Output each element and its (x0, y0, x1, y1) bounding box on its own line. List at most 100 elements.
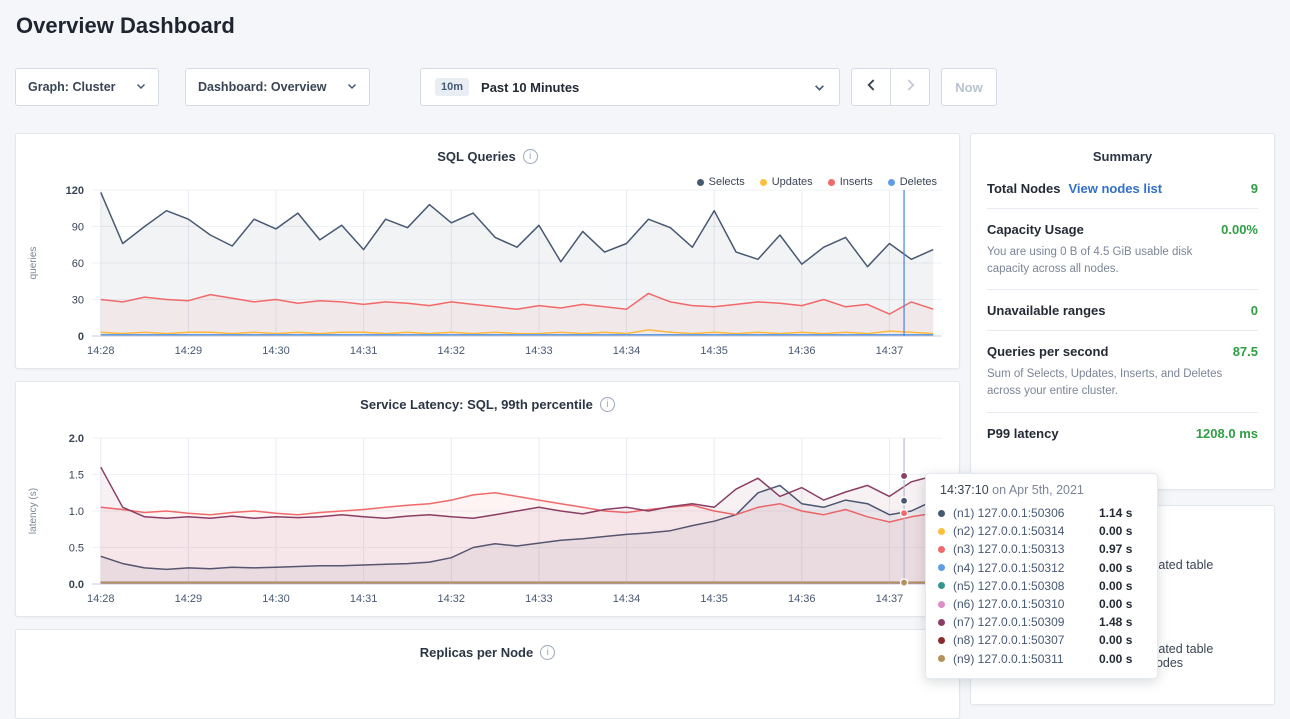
legend-item-deletes[interactable]: Deletes (888, 176, 937, 188)
legend-item-selects[interactable]: Selects (697, 176, 745, 188)
latency-value: 0.00 s (1099, 579, 1132, 593)
svg-text:14:36: 14:36 (788, 345, 816, 357)
legend-item-updates[interactable]: Updates (760, 176, 813, 188)
node-link[interactable]: (n3) 127.0.0.1:50313 (953, 542, 1099, 556)
capacity-usage-value: 0.00% (1221, 222, 1258, 237)
latency-value: 0.97 s (1099, 542, 1132, 556)
latency-value: 0.00 s (1099, 524, 1132, 538)
tooltip-row: (n2) 127.0.0.1:503140.00 s (938, 522, 1145, 540)
tooltip-row: (n1) 127.0.0.1:503061.14 s (938, 504, 1145, 522)
svg-text:1.5: 1.5 (69, 470, 84, 482)
series-dot (938, 528, 945, 535)
svg-text:14:36: 14:36 (788, 593, 816, 605)
qps-caption: Sum of Selects, Updates, Inserts, and De… (987, 366, 1227, 399)
latency-value: 0.00 s (1099, 652, 1132, 666)
svg-text:14:35: 14:35 (700, 345, 728, 357)
svg-text:14:37: 14:37 (876, 345, 904, 357)
node-link[interactable]: (n4) 127.0.0.1:50312 (953, 561, 1099, 575)
service-latency-panel: Service Latency: SQL, 99th percentile 14… (15, 381, 960, 617)
legend-item-inserts[interactable]: Inserts (828, 176, 873, 188)
node-link[interactable]: (n2) 127.0.0.1:50314 (953, 524, 1099, 538)
now-button-label: Now (955, 80, 982, 95)
time-range-selector[interactable]: 10m Past 10 Minutes (420, 68, 840, 106)
svg-text:latency (s): latency (s) (28, 488, 39, 534)
replicas-per-node-title: Replicas per Node (420, 645, 533, 660)
capacity-usage-label: Capacity Usage (987, 222, 1084, 237)
time-next-button[interactable] (890, 68, 930, 106)
svg-text:30: 30 (72, 295, 84, 307)
svg-text:0.5: 0.5 (69, 543, 84, 555)
tooltip-row: (n7) 127.0.0.1:503091.48 s (938, 613, 1145, 631)
chart-hover-tooltip: 14:37:10 on Apr 5th, 2021 (n1) 127.0.0.1… (925, 473, 1158, 679)
info-icon[interactable] (540, 645, 555, 660)
chevron-down-icon (814, 82, 825, 93)
tooltip-row: (n6) 127.0.0.1:503100.00 s (938, 595, 1145, 613)
svg-text:14:35: 14:35 (700, 593, 728, 605)
node-link[interactable]: (n7) 127.0.0.1:50309 (953, 615, 1099, 629)
latency-value: 0.00 s (1099, 561, 1132, 575)
node-link[interactable]: (n8) 127.0.0.1:50307 (953, 633, 1099, 647)
graph-dropdown[interactable]: Graph: Cluster (15, 68, 159, 106)
node-link[interactable]: (n5) 127.0.0.1:50308 (953, 579, 1099, 593)
svg-text:14:34: 14:34 (613, 345, 641, 357)
legend-label: Selects (709, 176, 745, 188)
svg-text:1.0: 1.0 (69, 506, 84, 518)
unavailable-ranges-value: 0 (1251, 303, 1258, 318)
unavailable-ranges-label: Unavailable ranges (987, 303, 1106, 318)
node-link[interactable]: (n6) 127.0.0.1:50310 (953, 597, 1099, 611)
svg-text:14:28: 14:28 (87, 345, 115, 357)
series-dot (938, 546, 945, 553)
svg-text:0.0: 0.0 (69, 579, 84, 591)
svg-text:14:33: 14:33 (525, 345, 553, 357)
svg-text:14:31: 14:31 (350, 345, 378, 357)
legend-dot (697, 179, 704, 186)
svg-text:14:31: 14:31 (350, 593, 378, 605)
time-nav-group (851, 68, 930, 106)
series-dot (938, 655, 945, 662)
svg-text:14:33: 14:33 (525, 593, 553, 605)
time-prev-button[interactable] (851, 68, 891, 106)
series-dot (938, 582, 945, 589)
series-dot (938, 637, 945, 644)
svg-text:14:32: 14:32 (438, 593, 466, 605)
now-button[interactable]: Now (941, 68, 997, 106)
view-nodes-list-link[interactable]: View nodes list (1068, 181, 1162, 196)
qps-label: Queries per second (987, 344, 1108, 359)
svg-text:14:32: 14:32 (438, 345, 466, 357)
node-link[interactable]: (n1) 127.0.0.1:50306 (953, 506, 1099, 520)
replicas-per-node-panel: Replicas per Node (15, 629, 960, 719)
sql-queries-panel: SQL Queries Selects Updates Inserts Deletes… (15, 133, 960, 369)
svg-text:60: 60 (72, 258, 84, 270)
sql-queries-chart[interactable]: 14:28 14:29 14:30 14:31 14:32 14:33 14:34 14:35… (22, 182, 954, 360)
tooltip-date: on Apr 5th, 2021 (989, 483, 1084, 497)
svg-text:14:29: 14:29 (175, 345, 203, 357)
info-icon[interactable] (523, 149, 538, 164)
tooltip-time: 14:37:10 (940, 483, 989, 497)
chevron-left-icon (866, 78, 877, 97)
node-link[interactable]: (n9) 127.0.0.1:50311 (953, 652, 1099, 666)
qps-value: 87.5 (1233, 344, 1258, 359)
legend-label: Deletes (900, 176, 937, 188)
sql-queries-title: SQL Queries (437, 149, 516, 164)
time-range-badge: 10m (435, 78, 469, 96)
svg-text:14:28: 14:28 (87, 593, 115, 605)
dashboard-dropdown-label: Dashboard: Overview (198, 80, 327, 94)
svg-text:120: 120 (66, 185, 84, 197)
capacity-usage-caption: You are using 0 B of 4.5 GiB usable disk… (987, 244, 1227, 277)
svg-text:14:37: 14:37 (876, 593, 904, 605)
svg-text:14:30: 14:30 (262, 345, 290, 357)
legend-label: Inserts (840, 176, 873, 188)
page-title: Overview Dashboard (16, 13, 235, 39)
legend-dot (828, 179, 835, 186)
summary-row-capacity: Capacity Usage 0.00% You are using 0 B o… (987, 209, 1258, 290)
tooltip-row: (n4) 127.0.0.1:503120.00 s (938, 559, 1145, 577)
service-latency-chart[interactable]: 14:2814:2914:3014:3114:3214:3314:3414:35… (22, 430, 954, 608)
legend-label: Updates (772, 176, 813, 188)
series-dot (938, 619, 945, 626)
tooltip-row: (n3) 127.0.0.1:503130.97 s (938, 540, 1145, 558)
legend-dot (760, 179, 767, 186)
p99-latency-label: P99 latency (987, 426, 1059, 441)
info-icon[interactable] (600, 397, 615, 412)
series-dot (938, 564, 945, 571)
dashboard-dropdown[interactable]: Dashboard: Overview (185, 68, 370, 106)
